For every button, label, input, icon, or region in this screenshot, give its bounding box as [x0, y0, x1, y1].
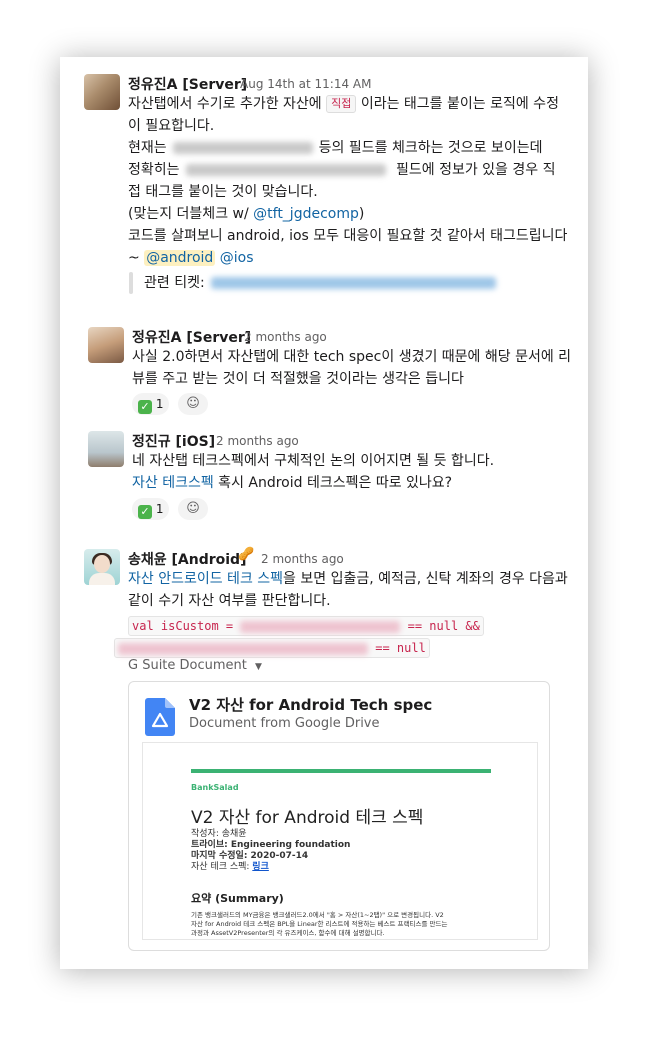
code-snippet: val isCustom = == null && — [128, 616, 484, 636]
redacted-text — [172, 142, 313, 154]
chevron-down-icon: ▼ — [255, 662, 262, 672]
preview-spec-link: 자산 테크 스펙: 링크 — [191, 862, 269, 873]
preview-author: 작성자: 송채윤 — [191, 829, 247, 839]
reaction-check[interactable]: ✓ 1 — [132, 498, 170, 520]
document-attachment[interactable]: V2 자산 for Android Tech spec Document fro… — [128, 681, 550, 951]
timestamp[interactable]: 2 months ago — [261, 552, 344, 566]
redacted-code — [118, 642, 368, 655]
author-name[interactable]: 송채윤 [Android] — [128, 549, 246, 569]
message-text: ~ @android @ios — [128, 247, 254, 269]
timestamp[interactable]: Aug 14th at 11:14 AM — [240, 77, 371, 91]
document-preview[interactable]: BankSalad V2 자산 for Android 테크 스펙 작성자: 송… — [142, 742, 538, 940]
preview-summary-heading: 요약 (Summary) — [191, 892, 284, 905]
message-text: 자산 안드로이드 테크 스펙을 보면 입출금, 예적금, 신탁 계좌의 경우 다… — [128, 568, 568, 590]
redacted-link[interactable] — [210, 277, 496, 289]
author-name[interactable]: 정진규 [iOS] — [132, 431, 215, 451]
redacted-text — [185, 164, 386, 176]
author-name[interactable]: 정유진A [Server] — [128, 74, 247, 94]
quote-bar — [129, 272, 133, 294]
preview-modified: 마지막 수정일: 2020-07-14 — [191, 851, 309, 861]
message-text: (맞는지 더블체크 w/ @tft_jgdecomp) — [128, 203, 364, 225]
quote-label: 관련 티켓: — [144, 275, 205, 291]
message-text-part: 정확히는 — [128, 162, 180, 178]
message-text: 자산탭에서 수기로 추가한 자산에 직접 이라는 태그를 붙이는 로직에 수정 — [128, 93, 559, 115]
message-text-part: 자산탭에서 수기로 추가한 자산에 — [128, 96, 327, 112]
check-mark-reaction-icon: ✓ — [138, 400, 152, 414]
message-text-part: 이라는 태그를 붙이는 로직에 수정 — [356, 96, 559, 112]
attachment-title[interactable]: V2 자산 for Android Tech spec — [189, 694, 432, 715]
message-text-part: 필드에 정보가 있을 경우 직 — [391, 162, 556, 178]
message-text: 코드를 살펴보니 android, ios 모두 대응이 필요할 것 같아서 태… — [128, 228, 568, 244]
spec-link[interactable]: 자산 안드로이드 테크 스펙 — [128, 571, 283, 587]
reaction-check[interactable]: ✓ 1 — [132, 393, 170, 415]
timestamp[interactable]: 2 months ago — [244, 330, 327, 344]
message-text: 자산 테크스펙 혹시 Android 테크스펙은 따로 있나요? — [132, 472, 452, 494]
code-text: val isCustom = — [132, 619, 241, 633]
group-mention[interactable]: @android — [144, 250, 216, 266]
add-reaction-icon[interactable]: ☺ — [178, 393, 208, 415]
avatar[interactable] — [88, 327, 124, 363]
preview-title: V2 자산 for Android 테크 스펙 — [191, 808, 424, 828]
preview-summary-text: 자산 for Android 테크 스펙은 BPL을 Linear한 리스트에 … — [191, 920, 448, 928]
preview-header-bar — [191, 769, 491, 773]
message-text: 접 태그를 붙이는 것이 맞습니다. — [128, 184, 318, 200]
message-text-part: ~ — [128, 250, 145, 266]
gsuite-label: G Suite Document — [128, 658, 247, 673]
avatar[interactable] — [88, 431, 124, 467]
add-reaction-icon[interactable]: ☺ — [178, 498, 208, 520]
message-text: 뷰를 주고 받는 것이 더 적절했을 것이라는 생각은 듭니다 — [132, 371, 464, 387]
inline-code-tag: 직접 — [326, 95, 357, 113]
author-name[interactable]: 정유진A [Server] — [132, 327, 251, 347]
code-text: == null — [368, 641, 426, 655]
spec-link[interactable]: 자산 테크스펙 — [132, 475, 214, 491]
code-text: == null && — [400, 619, 480, 633]
attachment-subtitle: Document from Google Drive — [189, 716, 380, 731]
group-mention[interactable]: @ios — [220, 250, 254, 266]
gsuite-toggle[interactable]: G Suite Document ▼ — [128, 658, 262, 673]
timestamp[interactable]: 2 months ago — [216, 434, 299, 448]
code-snippet: == null — [114, 638, 430, 658]
message-text: 정확히는 필드에 정보가 있을 경우 직 — [128, 159, 555, 181]
message-text-part: 혹시 Android 테크스펙은 따로 있나요? — [213, 475, 453, 491]
message-text: 같이 수기 자산 여부를 판단합니다. — [128, 593, 331, 609]
avatar[interactable] — [84, 549, 120, 585]
google-docs-icon — [145, 698, 175, 736]
message-text: 네 자산탭 테크스펙에서 구체적인 논의 이어지면 될 듯 합니다. — [132, 453, 495, 469]
preview-summary-text: 과정과 AssetV2Presenter의 각 유즈케이스, 함수에 대해 설명… — [191, 929, 385, 937]
message-text: 이 필요합니다. — [128, 118, 215, 134]
user-mention[interactable]: @tft_jgdecomp — [253, 206, 359, 222]
reaction-count: 1 — [155, 397, 164, 411]
message-text-part: ) — [358, 206, 365, 222]
quote-text: 관련 티켓: — [144, 272, 496, 294]
preview-brand: BankSalad — [191, 783, 239, 792]
reaction-count: 1 — [155, 502, 164, 516]
message-thread: 정유진A [Server] Aug 14th at 11:14 AM 자산탭에서… — [60, 57, 588, 969]
check-mark-reaction-icon: ✓ — [138, 505, 152, 519]
message-text: 현재는 등의 필드를 체크하는 것으로 보이는데 — [128, 137, 543, 159]
preview-spec-label: 자산 테크 스펙: — [191, 862, 253, 872]
peanut-status-icon: 🥜 — [238, 547, 255, 562]
preview-link: 링크 — [252, 862, 269, 872]
preview-tribe: 트라이브: Engineering foundation — [191, 840, 351, 850]
redacted-code — [240, 620, 401, 633]
message-text-part: 을 보면 입출금, 예적금, 신탁 계좌의 경우 다음과 — [283, 571, 568, 587]
message-text-part: (맞는지 더블체크 w/ — [128, 206, 254, 222]
preview-summary-text: 기존 뱅크샐러드의 MY금융은 뱅크샐러드2.0에서 "홈 > 자산(1~2탭)… — [191, 911, 444, 919]
message-text-part: 현재는 — [128, 140, 167, 156]
message-text: 사실 2.0하면서 자산탭에 대한 tech spec이 생겼기 때문에 해당 … — [132, 349, 572, 365]
message-text-part: 등의 필드를 체크하는 것으로 보이는데 — [318, 140, 543, 156]
avatar[interactable] — [84, 74, 120, 110]
